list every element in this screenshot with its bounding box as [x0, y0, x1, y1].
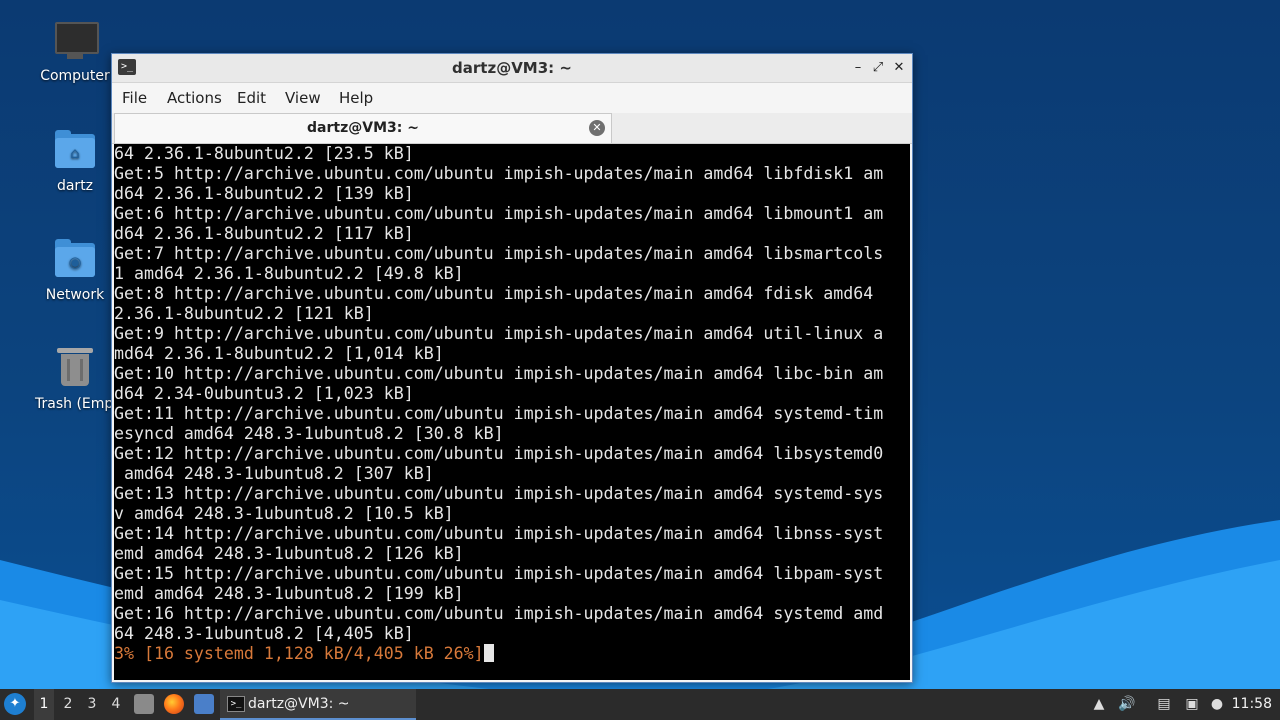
tab-terminal[interactable]: dartz@VM3: ~ ✕ [114, 113, 612, 143]
tray-up-icon[interactable]: ▲ [1090, 695, 1108, 713]
workspace-1[interactable]: 1 [34, 689, 54, 720]
workspace-3[interactable]: 3 [82, 689, 102, 720]
progress-line: 3% [16 systemd 1,128 kB/4,405 kB 26%] [114, 644, 910, 664]
terminal-line: Get:12 http://archive.ubuntu.com/ubuntu … [114, 444, 884, 463]
workspace-4[interactable]: 4 [106, 689, 126, 720]
minimize-button[interactable]: – [848, 58, 868, 78]
menu-view[interactable]: View [285, 83, 321, 113]
trash-icon [51, 344, 99, 392]
desktop-icon-label: Computer [40, 68, 110, 84]
start-menu-icon[interactable]: ✦ [4, 693, 26, 715]
task-label: dartz@VM3: ~ [248, 696, 350, 712]
terminal-line: Get:8 http://archive.ubuntu.com/ubuntu i… [114, 284, 874, 303]
window-title: dartz@VM3: ~ [452, 59, 572, 77]
terminal-line: emd amd64 248.3-1ubuntu8.2 [199 kB] [114, 584, 464, 603]
tab-label: dartz@VM3: ~ [307, 120, 419, 136]
terminal-line: 1 amd64 2.36.1-8ubuntu2.2 [49.8 kB] [114, 264, 464, 283]
network-icon[interactable]: ▣ [1183, 695, 1201, 713]
desktop-icon-computer[interactable]: Computer [35, 16, 115, 84]
desktop-icon-trash[interactable]: Trash (Empt [35, 344, 119, 412]
desktop-icon-label: dartz [56, 178, 94, 194]
terminal-line: v amd64 248.3-1ubuntu8.2 [10.5 kB] [114, 504, 454, 523]
terminal-line: Get:14 http://archive.ubuntu.com/ubuntu … [114, 524, 884, 543]
clipboard-icon[interactable]: ▤ [1155, 695, 1173, 713]
menu-file[interactable]: File [122, 83, 147, 113]
terminal-cursor [483, 644, 494, 662]
taskbar: ✦ 1 2 3 4 >_ dartz@VM3: ~ ▲ 🔊 ▤ ▣ ● 11:5… [0, 689, 1280, 720]
terminal-line: Get:6 http://archive.ubuntu.com/ubuntu i… [114, 204, 884, 223]
terminal-line: md64 2.36.1-8ubuntu2.2 [1,014 kB] [114, 344, 444, 363]
taskbar-task-terminal[interactable]: >_ dartz@VM3: ~ [220, 689, 416, 720]
terminal-line: amd64 248.3-1ubuntu8.2 [307 kB] [114, 464, 434, 483]
terminal-line: d64 2.34-0ubuntu3.2 [1,023 kB] [114, 384, 414, 403]
terminal-line: esyncd amd64 248.3-1ubuntu8.2 [30.8 kB] [114, 424, 504, 443]
terminal-line: Get:7 http://archive.ubuntu.com/ubuntu i… [114, 244, 884, 263]
clock[interactable]: 11:58 [1232, 689, 1272, 720]
terminal-line: Get:5 http://archive.ubuntu.com/ubuntu i… [114, 164, 884, 183]
terminal-line: Get:15 http://archive.ubuntu.com/ubuntu … [114, 564, 884, 583]
desktop-icon-home[interactable]: ⌂ dartz [35, 126, 115, 194]
close-button[interactable]: ✕ [889, 58, 909, 78]
title-bar[interactable]: >_ dartz@VM3: ~ – ⤢ ✕ [112, 54, 912, 83]
desktop-icon-label: Network [45, 287, 105, 303]
terminal-line: Get:10 http://archive.ubuntu.com/ubuntu … [114, 364, 884, 383]
network-folder-icon: ◉ [51, 235, 99, 283]
terminal-line: d64 2.36.1-8ubuntu2.2 [117 kB] [114, 224, 414, 243]
terminal-line: 64 2.36.1-8ubuntu2.2 [23.5 kB] [114, 144, 414, 163]
menu-actions[interactable]: Actions [167, 83, 222, 113]
progress-text: 3% [16 systemd 1,128 kB/4,405 kB 26%] [114, 644, 484, 663]
terminal-task-icon: >_ [227, 696, 245, 712]
tab-bar: dartz@VM3: ~ ✕ [112, 113, 912, 144]
terminal-line: d64 2.36.1-8ubuntu2.2 [139 kB] [114, 184, 414, 203]
terminal-line: 64 248.3-1ubuntu8.2 [4,405 kB] [114, 624, 414, 643]
terminal-line: Get:11 http://archive.ubuntu.com/ubuntu … [114, 404, 884, 423]
tab-close-icon[interactable]: ✕ [589, 120, 605, 136]
maximize-button[interactable]: ⤢ [868, 58, 888, 78]
terminal-line: 2.36.1-8ubuntu2.2 [121 kB] [114, 304, 374, 323]
terminal-lines: 64 2.36.1-8ubuntu2.2 [23.5 kB] Get:5 http… [114, 144, 910, 644]
home-folder-icon: ⌂ [51, 126, 99, 174]
terminal-line: emd amd64 248.3-1ubuntu8.2 [126 kB] [114, 544, 464, 563]
show-desktop-icon[interactable] [194, 694, 214, 714]
menu-help[interactable]: Help [339, 83, 373, 113]
terminal-line: Get:9 http://archive.ubuntu.com/ubuntu i… [114, 324, 884, 343]
desktop-icon-label: Trash (Empt [35, 396, 119, 412]
terminal-output[interactable]: 64 2.36.1-8ubuntu2.2 [23.5 kB] Get:5 http… [114, 144, 910, 680]
update-notifier-icon[interactable]: ● [1208, 695, 1226, 713]
computer-icon [51, 16, 99, 64]
menu-bar: File Actions Edit View Help [112, 83, 912, 113]
firefox-icon[interactable] [164, 694, 184, 714]
menu-edit[interactable]: Edit [237, 83, 266, 113]
terminal-line: Get:16 http://archive.ubuntu.com/ubuntu … [114, 604, 884, 623]
terminal-line: Get:13 http://archive.ubuntu.com/ubuntu … [114, 484, 884, 503]
volume-icon[interactable]: 🔊 [1118, 695, 1136, 713]
desktop-icon-network[interactable]: ◉ Network [35, 235, 115, 303]
file-manager-icon[interactable] [134, 694, 154, 714]
terminal-window[interactable]: >_ dartz@VM3: ~ – ⤢ ✕ File Actions Edit … [111, 53, 913, 683]
workspace-2[interactable]: 2 [58, 689, 78, 720]
